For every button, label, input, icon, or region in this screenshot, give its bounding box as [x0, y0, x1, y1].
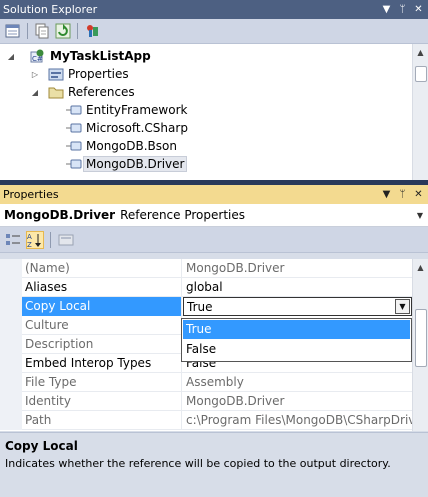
project-name: MyTaskListApp [50, 49, 151, 63]
solution-explorer-toolbar [0, 19, 428, 44]
svg-text:Z: Z [27, 241, 32, 248]
property-value-dropdown[interactable]: True ▼ [183, 297, 412, 316]
tree-node-reference[interactable]: MongoDB.Bson [66, 137, 177, 155]
close-icon[interactable]: ✕ [413, 189, 424, 200]
row-gutter [0, 373, 22, 392]
row-gutter [0, 297, 22, 316]
property-pages-icon[interactable] [57, 231, 75, 249]
properties-window-icon[interactable] [4, 22, 22, 40]
property-name: Embed Interop Types [22, 354, 182, 373]
tree-node-reference[interactable]: Microsoft.CSharp [66, 119, 188, 137]
row-gutter [0, 259, 22, 278]
property-row[interactable]: Aliases global [0, 278, 412, 297]
properties-title: Properties [3, 188, 59, 201]
expand-arrow-icon[interactable]: ▷ [30, 69, 40, 79]
property-row[interactable]: Path c:\Program Files\MongoDB\CSharpDriv… [0, 411, 412, 430]
collapse-arrow-icon[interactable]: ◢ [30, 87, 40, 97]
reference-label: MongoDB.Driver [83, 156, 188, 172]
solution-explorer-panel: Solution Explorer ▼ ᛘ ✕ ◢ C# MyTaskListA… [0, 0, 428, 180]
scroll-thumb[interactable] [415, 309, 427, 367]
toolbar-separator [27, 23, 28, 39]
class-diagram-icon[interactable] [83, 22, 101, 40]
description-text: Indicates whether the reference will be … [5, 457, 391, 470]
categorized-icon[interactable] [4, 231, 22, 249]
property-name: Identity [22, 392, 182, 411]
assembly-reference-icon [66, 157, 82, 171]
property-name: Copy Local [22, 297, 182, 316]
property-value[interactable]: MongoDB.Driver [183, 259, 412, 278]
assembly-reference-icon [66, 103, 82, 117]
description-pane: Copy Local Indicates whether the referen… [0, 432, 428, 497]
pin-icon[interactable]: ᛘ [397, 189, 408, 200]
close-icon[interactable]: ✕ [413, 4, 424, 15]
property-value[interactable]: c:\Program Files\MongoDB\CSharpDriver 1 [183, 411, 412, 430]
object-type: Reference Properties [120, 208, 245, 222]
tree-node-reference-selected[interactable]: MongoDB.Driver [66, 155, 188, 173]
scroll-up-icon[interactable]: ▲ [413, 259, 428, 275]
tree-node-properties[interactable]: ▷ Properties [30, 65, 129, 83]
pin-icon[interactable]: ᛘ [397, 4, 408, 15]
property-name: Description [22, 335, 182, 354]
row-gutter [0, 354, 22, 373]
toolbar-separator [50, 231, 51, 248]
dropdown-option-false[interactable]: False [183, 340, 410, 359]
tree-node-project[interactable]: ◢ C# MyTaskListApp [6, 47, 151, 65]
show-all-files-icon[interactable] [33, 22, 51, 40]
chevron-down-icon[interactable]: ▼ [395, 299, 410, 314]
property-value[interactable]: global [183, 278, 412, 297]
properties-titlebar: Properties ▼ ᛘ ✕ [0, 185, 428, 204]
property-row-selected[interactable]: Copy Local True ▼ [0, 297, 412, 316]
property-row[interactable]: File Type Assembly [0, 373, 412, 392]
row-gutter [0, 392, 22, 411]
collapse-arrow-icon[interactable]: ◢ [6, 51, 16, 61]
alphabetical-icon[interactable]: AZ [26, 230, 44, 249]
scroll-up-icon[interactable]: ▲ [413, 44, 428, 60]
svg-text:A: A [27, 233, 32, 241]
svg-text:C#: C# [32, 55, 43, 63]
reference-label: MongoDB.Bson [86, 139, 177, 153]
properties-label: Properties [68, 67, 129, 81]
dropdown-arrow-icon[interactable]: ▼ [381, 189, 392, 200]
property-grid-scrollbar[interactable]: ▲ [412, 259, 428, 431]
property-value: True [187, 300, 213, 314]
property-name: Aliases [22, 278, 182, 297]
dropdown-arrow-icon[interactable]: ▼ [381, 4, 392, 15]
property-value[interactable]: MongoDB.Driver [183, 392, 412, 411]
property-name: (Name) [22, 259, 182, 278]
solution-explorer-scrollbar[interactable]: ▲ [412, 44, 428, 180]
property-name: File Type [22, 373, 182, 392]
description-title: Copy Local [5, 439, 78, 453]
property-name: Path [22, 411, 182, 430]
chevron-down-icon[interactable]: ▼ [417, 211, 423, 220]
reference-label: Microsoft.CSharp [86, 121, 188, 135]
references-label: References [68, 85, 135, 99]
references-folder-icon [48, 85, 64, 99]
solution-explorer-titlebar: Solution Explorer ▼ ᛘ ✕ [0, 0, 428, 19]
solution-tree: ◢ C# MyTaskListApp ▷ Properties ◢ Refere… [0, 44, 412, 180]
tree-node-references[interactable]: ◢ References [30, 83, 135, 101]
refresh-icon[interactable] [54, 22, 72, 40]
object-selector[interactable]: MongoDB.Driver Reference Properties ▼ [0, 204, 428, 227]
properties-folder-icon [48, 67, 64, 81]
property-value[interactable]: Assembly [183, 373, 412, 392]
copy-local-dropdown-list[interactable]: True False [181, 318, 412, 362]
row-gutter [0, 335, 22, 354]
row-gutter [0, 316, 22, 335]
solution-explorer-title: Solution Explorer [3, 3, 98, 16]
toolbar-separator [77, 23, 78, 39]
reference-label: EntityFramework [86, 103, 188, 117]
dropdown-option-true[interactable]: True [183, 320, 410, 339]
row-gutter [0, 411, 22, 430]
properties-toolbar: AZ [0, 227, 428, 253]
assembly-reference-icon [66, 139, 82, 153]
property-name: Culture [22, 316, 182, 335]
csharp-project-icon: C# [30, 49, 46, 63]
assembly-reference-icon [66, 121, 82, 135]
object-name: MongoDB.Driver [4, 208, 116, 222]
scroll-thumb[interactable] [415, 66, 427, 82]
tree-node-reference[interactable]: EntityFramework [66, 101, 187, 119]
property-row[interactable]: Identity MongoDB.Driver [0, 392, 412, 411]
row-gutter [0, 278, 22, 297]
property-row[interactable]: (Name) MongoDB.Driver [0, 259, 412, 278]
